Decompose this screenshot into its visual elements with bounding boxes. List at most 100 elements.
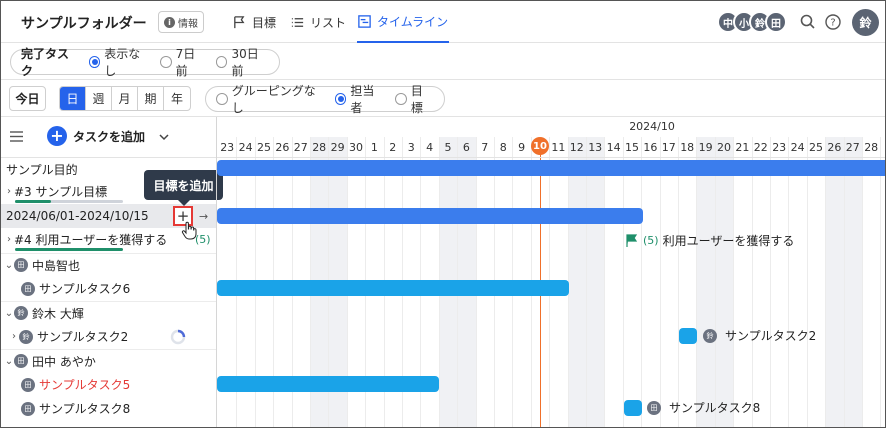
task-row[interactable]: 田 サンプルタスク8	[1, 397, 216, 421]
chevron-down-icon[interactable]: ⌄	[4, 260, 14, 271]
chevron-down-icon[interactable]: ⌄	[4, 308, 14, 319]
grid-line	[714, 137, 716, 427]
radio-icon[interactable]	[395, 93, 407, 105]
grid-line	[604, 137, 606, 427]
grouping-option-goal[interactable]: 目標	[395, 82, 434, 116]
add-task-button[interactable]: + タスクを追加	[47, 126, 145, 146]
flag-icon	[234, 15, 245, 28]
folder-title: サンプルフォルダー	[21, 16, 147, 32]
menu-icon[interactable]	[10, 131, 23, 142]
day-header: 17	[661, 141, 676, 154]
day-header: 8	[499, 141, 507, 154]
task-row[interactable]: 田 サンプルタスク6	[1, 277, 216, 301]
day-header: 16	[643, 141, 658, 154]
grid-line	[733, 137, 735, 427]
day-header: 7	[481, 141, 489, 154]
avatar: 鈴	[19, 329, 33, 344]
task-row[interactable]: 田 サンプルタスク5	[1, 373, 216, 397]
avatar: 田	[14, 354, 28, 369]
chevron-down-icon[interactable]: ⌄	[4, 356, 14, 367]
weekend-column	[696, 137, 715, 427]
grid-line	[770, 137, 771, 427]
objective-bar[interactable]	[217, 160, 885, 176]
milestone-label[interactable]: (5) 利用ユーザーを獲得する	[625, 232, 794, 249]
day-header: 9	[518, 141, 526, 154]
day-header: 6	[462, 141, 470, 154]
grid-line	[751, 137, 753, 427]
grouping-filter: グルーピングなし 担当者 目標	[205, 84, 445, 115]
weekend-column	[714, 137, 734, 427]
day-header: 3	[407, 141, 415, 154]
day-header: 29	[330, 141, 345, 154]
day-header: 27	[845, 141, 860, 154]
assignee-group-row[interactable]: ⌄ 田 田中 あやか	[1, 349, 216, 373]
assignee-group-row[interactable]: ⌄ 田 中島智也	[1, 253, 216, 277]
radio-icon[interactable]	[216, 93, 228, 105]
scale-week-button[interactable]: 週	[86, 87, 112, 110]
day-header: 28	[312, 141, 327, 154]
completed-option-7days[interactable]: 7日前	[160, 45, 206, 79]
task-bar[interactable]	[217, 280, 569, 296]
goal-title: #4 利用ユーザーを獲得する	[14, 233, 168, 248]
day-header: 18	[680, 141, 695, 154]
task-row[interactable]: › 鈴 サンプルタスク2	[1, 325, 216, 349]
search-icon[interactable]	[799, 13, 817, 31]
task-bar[interactable]	[624, 400, 642, 416]
avatar: 田	[14, 258, 28, 273]
grouping-option-assignee[interactable]: 担当者	[334, 82, 385, 116]
grid-line	[696, 137, 698, 427]
scale-month-button[interactable]: 月	[112, 87, 138, 110]
objective-title: サンプル目的	[6, 163, 78, 178]
completed-option-label: 表示なし	[104, 47, 141, 78]
task-bar-title: サンプルタスク2	[725, 329, 817, 343]
radio-icon[interactable]	[334, 93, 347, 105]
plus-icon: +	[47, 126, 67, 146]
day-header: 22	[753, 141, 768, 154]
flag-icon	[626, 233, 638, 247]
radio-icon[interactable]	[215, 56, 228, 68]
milestone-count: (5)	[643, 234, 659, 247]
tab-goals[interactable]: 目標	[232, 1, 276, 43]
task-bar[interactable]	[217, 376, 439, 392]
scale-quarter-button[interactable]: 期	[138, 87, 164, 110]
completed-option-none[interactable]: 表示なし	[88, 45, 150, 79]
task-title: サンプルタスク8	[39, 402, 131, 417]
tab-timeline[interactable]: タイムライン	[357, 1, 449, 43]
grid-line	[586, 137, 587, 427]
task-title: サンプルタスク2	[37, 330, 129, 345]
timeline-grid[interactable]: 2024/10 (5) 利用ユーザーを獲得する 鈴 サンプルタスク2 田 サンプ…	[216, 117, 885, 427]
weekend-column	[825, 137, 844, 427]
grouping-option-label: 担当者	[350, 84, 375, 115]
user-avatar[interactable]: 鈴	[852, 9, 879, 36]
scale-day-button[interactable]: 日	[60, 87, 86, 110]
info-button[interactable]: i 情報	[158, 11, 204, 33]
arrow-right-icon[interactable]: →	[199, 210, 208, 223]
scale-year-button[interactable]: 年	[164, 87, 190, 110]
completed-option-30days[interactable]: 30日前	[215, 45, 269, 79]
day-header: 25	[256, 141, 271, 154]
grouping-option-label: 目標	[410, 84, 423, 115]
day-header: 24	[238, 141, 253, 154]
task-bar[interactable]	[679, 328, 697, 344]
radio-icon[interactable]	[160, 56, 172, 68]
completed-filter-row: 完了タスク 表示なし 7日前 30日前	[1, 43, 885, 80]
avatar[interactable]: 田	[765, 11, 787, 33]
assignee-group-row[interactable]: ⌄ 鈴 鈴木 大輝	[1, 301, 216, 325]
chevron-right-icon[interactable]: ›	[4, 186, 14, 197]
day-header: 4	[426, 141, 434, 154]
radio-icon[interactable]	[88, 56, 101, 68]
day-header: 1	[370, 141, 378, 154]
day-header: 26	[827, 141, 842, 154]
goal-count: (5)	[195, 233, 211, 247]
today-button[interactable]: 今日	[9, 86, 46, 111]
chevron-down-icon[interactable]	[158, 131, 170, 143]
chevron-right-icon[interactable]: ›	[4, 234, 14, 245]
grouping-option-none[interactable]: グルーピングなし	[216, 82, 325, 116]
task-bar-label: 田 サンプルタスク8	[647, 399, 760, 416]
help-icon[interactable]: ?	[824, 13, 842, 31]
tab-list[interactable]: リスト	[290, 1, 346, 43]
task-title-overdue: サンプルタスク5	[39, 378, 131, 393]
goal-bar[interactable]	[217, 208, 643, 224]
chevron-right-icon[interactable]: ›	[9, 331, 19, 342]
avatar: 田	[647, 400, 661, 415]
